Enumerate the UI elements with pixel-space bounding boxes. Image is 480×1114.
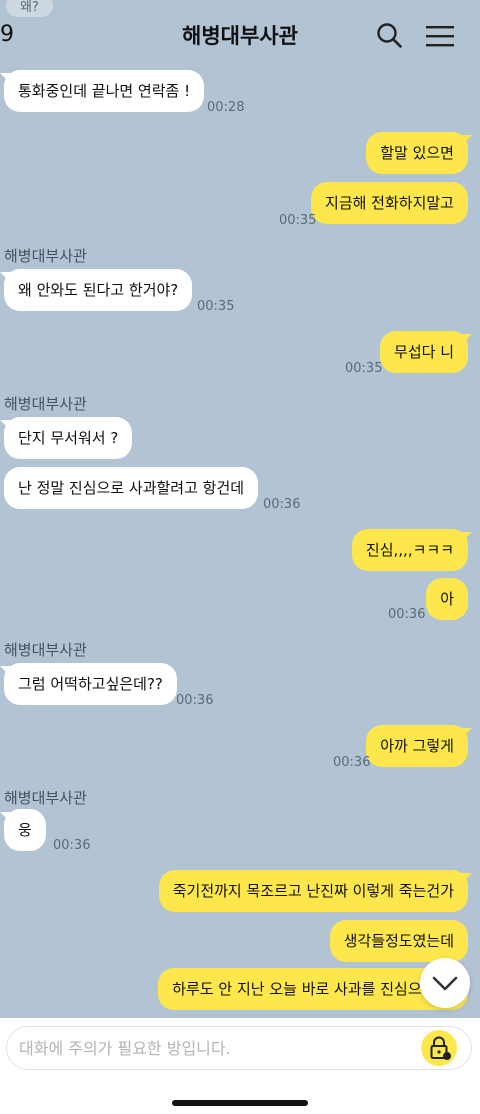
message-input-container (6, 1026, 472, 1070)
message-bubble-outgoing[interactable]: 아까 그렇게 (366, 725, 472, 767)
message-bubble-outgoing[interactable]: 지금해 전화하지말고 (311, 182, 468, 224)
message-time: 00:35 (279, 213, 317, 228)
sender-name: 해병대부사관 (4, 395, 87, 413)
lock-button[interactable] (421, 1030, 457, 1066)
chat-header: 왜? 9 해병대부사관 (0, 0, 480, 70)
message-time: 00:28 (207, 100, 245, 115)
message-composer (0, 1018, 480, 1114)
message-bubble-incoming[interactable]: 난 정말 진심으로 사과할려고 항건데 (4, 467, 259, 509)
message-bubble-outgoing[interactable]: 죽기전까지 목조르고 난진짜 이렇게 죽는건가 (158, 870, 473, 912)
message-bubble-outgoing[interactable]: 할말 있으면 (366, 132, 472, 174)
scroll-to-bottom-button[interactable] (420, 958, 470, 1008)
message-time: 00:36 (53, 838, 91, 853)
message-bubble-incoming[interactable]: 왜 안와도 된다고 한거야? (0, 269, 193, 311)
message-time: 00:35 (345, 361, 383, 376)
sender-name: 해병대부사관 (4, 789, 87, 807)
previous-message-fragment: 왜? (6, 0, 53, 17)
hamburger-menu-icon[interactable] (426, 24, 454, 48)
message-bubble-incoming[interactable]: 통화중인데 끝나면 연락좀 ! (0, 70, 205, 112)
message-time: 00:36 (176, 693, 214, 708)
sender-name: 해병대부사관 (4, 247, 87, 265)
message-bubble-outgoing[interactable]: 생각들정도였는데 (329, 920, 468, 962)
message-bubble-incoming[interactable]: 그럼 어떡하고싶은데?? (0, 663, 177, 705)
lock-icon (430, 1036, 451, 1060)
message-bubble-outgoing[interactable]: 진심,,,,ㅋㅋㅋ (351, 529, 473, 571)
message-bubble-incoming[interactable]: 단지 무서워서 ? (0, 417, 133, 459)
message-bubble-outgoing[interactable]: 무섭다 니 (380, 331, 472, 373)
chevron-down-icon (432, 976, 458, 991)
message-time: 00:36 (333, 755, 371, 770)
message-bubble-outgoing[interactable]: 아 (426, 578, 468, 620)
home-indicator (172, 1100, 308, 1106)
message-time: 00:36 (263, 497, 301, 512)
search-icon[interactable] (376, 22, 402, 48)
chat-title: 해병대부사관 (182, 24, 298, 48)
message-time: 00:35 (197, 299, 235, 314)
message-bubble-incoming[interactable]: 웅 (0, 809, 46, 851)
sender-name: 해병대부사관 (4, 641, 87, 659)
message-time: 00:36 (388, 607, 426, 622)
message-input[interactable] (19, 1027, 419, 1069)
